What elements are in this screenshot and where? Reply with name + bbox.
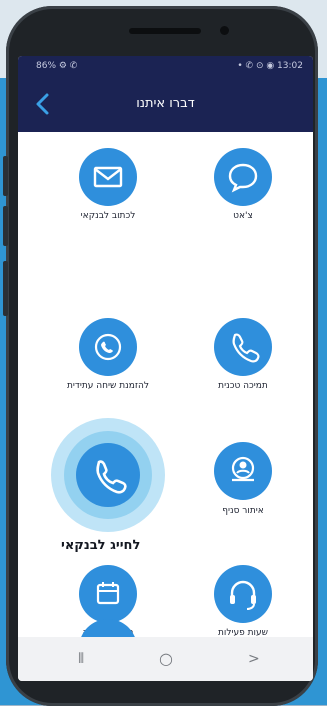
chat-button[interactable]: [214, 148, 272, 206]
status-right: • ✆ ⊙ ◉ 13:02: [237, 61, 303, 71]
chat-bubble-icon: [228, 163, 258, 193]
phone-handset-icon: [96, 460, 127, 494]
bixby-button: [3, 261, 8, 316]
home-button[interactable]: ○: [159, 637, 173, 681]
phone-frame: 86% ⚙ ✆ • ✆ ⊙ ◉ 13:02 דברו איתנו צ'אט לכ…: [3, 6, 318, 706]
phone-clock-icon: [94, 333, 122, 361]
write-banker-button[interactable]: [79, 148, 137, 206]
phone-handset-icon: [232, 333, 260, 363]
volume-up-button: [3, 156, 8, 196]
tech-support-label: תמיכה טכנית: [218, 381, 268, 391]
call-banker-option[interactable]: לחייג לבנקאי: [43, 376, 173, 553]
status-bar: 86% ⚙ ✆ • ✆ ⊙ ◉ 13:02: [18, 56, 313, 76]
system-navigation-bar: ⦀ ○ >: [18, 637, 313, 681]
call-banker-label: לחייג לבנקאי: [61, 538, 141, 553]
chat-label: צ'אט: [233, 211, 253, 221]
recent-apps-button[interactable]: ⦀: [78, 637, 84, 681]
front-camera: [220, 26, 229, 35]
calendar-icon: [96, 582, 120, 605]
envelope-icon: [93, 166, 123, 188]
page-title: דברו איתנו: [136, 96, 195, 111]
branch-locator-icon: [231, 456, 255, 482]
headset-icon: [230, 580, 256, 610]
status-left: 86% ⚙ ✆: [36, 61, 78, 71]
activity-hours-button[interactable]: [214, 565, 272, 623]
book-meeting-button[interactable]: [79, 565, 137, 623]
system-back-button[interactable]: >: [248, 637, 260, 681]
write-banker-label: לכתוב לבנקאי: [80, 211, 136, 221]
phone-screen: 86% ⚙ ✆ • ✆ ⊙ ◉ 13:02 דברו איתנו צ'אט לכ…: [18, 56, 313, 681]
speaker-grille: [129, 28, 201, 34]
call-banker-button[interactable]: [76, 443, 140, 507]
branch-locator-label: איתור סניף: [222, 506, 264, 516]
contact-options-grid: צ'אט לכתוב לבנקאי תמיכה טכנית להזמנת שיח…: [18, 132, 313, 677]
tech-support-button[interactable]: [214, 318, 272, 376]
volume-down-button: [3, 206, 8, 246]
app-header: דברו איתנו: [18, 76, 313, 132]
schedule-call-button[interactable]: [79, 318, 137, 376]
branch-locator-button[interactable]: [214, 442, 272, 500]
